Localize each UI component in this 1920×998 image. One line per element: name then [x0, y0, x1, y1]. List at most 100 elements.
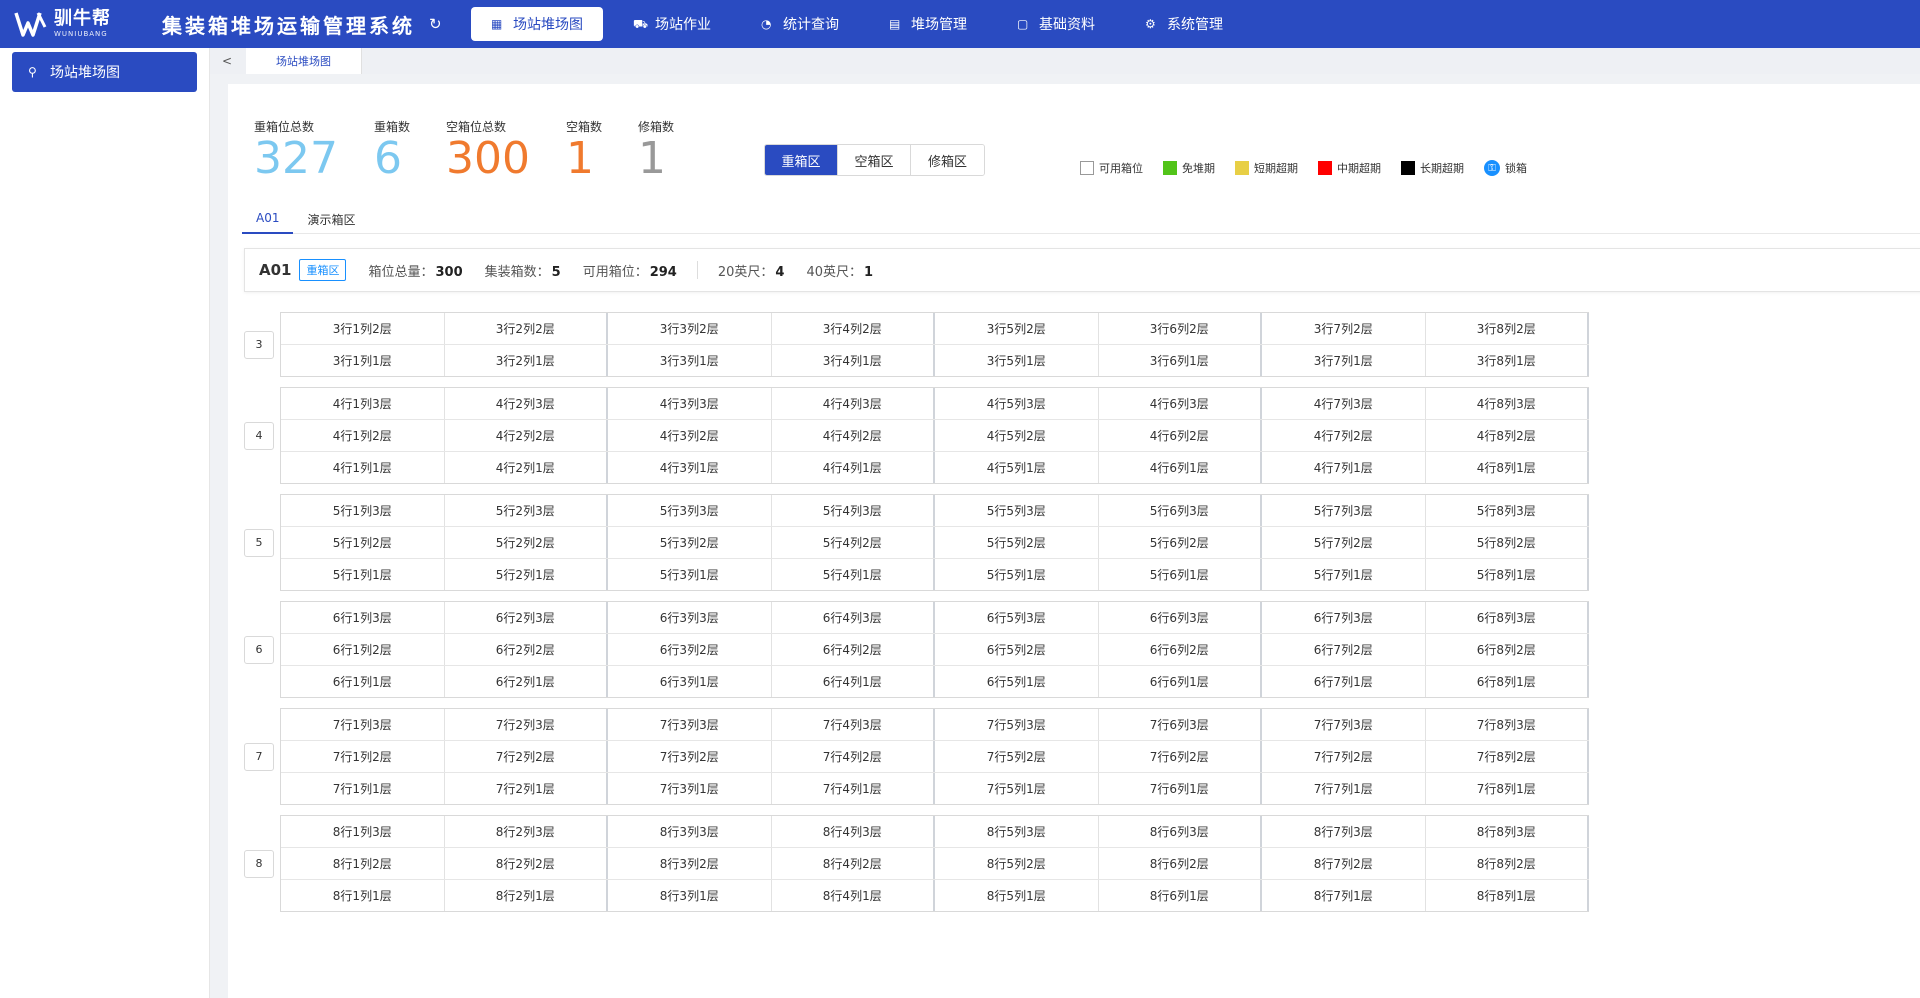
- slot-cell[interactable]: 6行2列2层: [445, 634, 608, 665]
- slot-cell[interactable]: 7行2列3层: [445, 709, 608, 740]
- slot-cell[interactable]: 6行5列1层: [935, 666, 1099, 697]
- slot-cell[interactable]: 6行8列1层: [1426, 666, 1589, 697]
- sidebar-item-yard-map[interactable]: ⚲ 场站堆场图: [12, 52, 197, 92]
- slot-cell[interactable]: 8行2列3层: [445, 816, 608, 847]
- slot-cell[interactable]: 7行1列3层: [281, 709, 445, 740]
- slot-cell[interactable]: 4行7列3层: [1262, 388, 1426, 419]
- slot-cell[interactable]: 8行6列1层: [1099, 880, 1262, 911]
- slot-cell[interactable]: 5行7列2层: [1262, 527, 1426, 558]
- slot-cell[interactable]: 4行4列2层: [772, 420, 935, 451]
- slot-cell[interactable]: 6行7列2层: [1262, 634, 1426, 665]
- slot-cell[interactable]: 3行5列1层: [935, 345, 1099, 376]
- slot-cell[interactable]: 7行7列3层: [1262, 709, 1426, 740]
- slot-cell[interactable]: 8行3列2层: [608, 848, 772, 879]
- slot-cell[interactable]: 7行6列1层: [1099, 773, 1262, 804]
- slot-cell[interactable]: 3行3列1层: [608, 345, 772, 376]
- slot-cell[interactable]: 8行7列2层: [1262, 848, 1426, 879]
- slot-cell[interactable]: 4行1列2层: [281, 420, 445, 451]
- slot-cell[interactable]: 6行7列1层: [1262, 666, 1426, 697]
- slot-cell[interactable]: 8行8列2层: [1426, 848, 1589, 879]
- slot-cell[interactable]: 4行7列1层: [1262, 452, 1426, 483]
- slot-cell[interactable]: 7行4列3层: [772, 709, 935, 740]
- slot-cell[interactable]: 5行5列2层: [935, 527, 1099, 558]
- slot-cell[interactable]: 3行6列1层: [1099, 345, 1262, 376]
- nav-item-5[interactable]: ⚙ 系统管理: [1125, 7, 1243, 41]
- slot-cell[interactable]: 6行5列3层: [935, 602, 1099, 633]
- slot-cell[interactable]: 8行5列2层: [935, 848, 1099, 879]
- slot-cell[interactable]: 8行8列1层: [1426, 880, 1589, 911]
- slot-cell[interactable]: 5行8列3层: [1426, 495, 1589, 526]
- slot-cell[interactable]: 7行1列1层: [281, 773, 445, 804]
- slot-cell[interactable]: 4行1列1层: [281, 452, 445, 483]
- slot-cell[interactable]: 4行2列1层: [445, 452, 608, 483]
- slot-cell[interactable]: 8行2列1层: [445, 880, 608, 911]
- slot-cell[interactable]: 7行5列3层: [935, 709, 1099, 740]
- slot-cell[interactable]: 7行2列2层: [445, 741, 608, 772]
- slot-cell[interactable]: 4行6列2层: [1099, 420, 1262, 451]
- slot-cell[interactable]: 8行1列1层: [281, 880, 445, 911]
- slot-cell[interactable]: 5行6列2层: [1099, 527, 1262, 558]
- slot-cell[interactable]: 8行7列1层: [1262, 880, 1426, 911]
- slot-cell[interactable]: 3行7列1层: [1262, 345, 1426, 376]
- slot-cell[interactable]: 7行8列1层: [1426, 773, 1589, 804]
- slot-cell[interactable]: 5行1列2层: [281, 527, 445, 558]
- slot-cell[interactable]: 8行3列1层: [608, 880, 772, 911]
- slot-cell[interactable]: 7行4列1层: [772, 773, 935, 804]
- slot-cell[interactable]: 5行3列1层: [608, 559, 772, 590]
- nav-item-2[interactable]: ◔ 统计查询: [741, 7, 859, 41]
- slot-cell[interactable]: 8行1列3层: [281, 816, 445, 847]
- slot-cell[interactable]: 7行7列2层: [1262, 741, 1426, 772]
- row-number[interactable]: 7: [244, 742, 274, 771]
- slot-cell[interactable]: 8行4列3层: [772, 816, 935, 847]
- slot-cell[interactable]: 6行3列3层: [608, 602, 772, 633]
- slot-cell[interactable]: 3行1列1层: [281, 345, 445, 376]
- slot-cell[interactable]: 3行5列2层: [935, 313, 1099, 344]
- slot-cell[interactable]: 5行6列3层: [1099, 495, 1262, 526]
- slot-cell[interactable]: 5行1列1层: [281, 559, 445, 590]
- slot-cell[interactable]: 6行8列3层: [1426, 602, 1589, 633]
- slot-cell[interactable]: 6行1列2层: [281, 634, 445, 665]
- slot-cell[interactable]: 4行8列3层: [1426, 388, 1589, 419]
- nav-item-4[interactable]: ▢ 基础资料: [997, 7, 1115, 41]
- slot-cell[interactable]: 6行4列2层: [772, 634, 935, 665]
- slot-cell[interactable]: 6行3列1层: [608, 666, 772, 697]
- nav-item-3[interactable]: ▤ 堆场管理: [869, 7, 987, 41]
- slot-cell[interactable]: 6行4列3层: [772, 602, 935, 633]
- slot-cell[interactable]: 6行7列3层: [1262, 602, 1426, 633]
- slot-cell[interactable]: 4行3列2层: [608, 420, 772, 451]
- slot-cell[interactable]: 3行4列2层: [772, 313, 935, 344]
- slot-cell[interactable]: 5行1列3层: [281, 495, 445, 526]
- row-number[interactable]: 8: [244, 849, 274, 878]
- slot-cell[interactable]: 6行2列1层: [445, 666, 608, 697]
- slot-cell[interactable]: 4行6列3层: [1099, 388, 1262, 419]
- refresh-icon[interactable]: ↻: [429, 16, 445, 32]
- slot-cell[interactable]: 7行3列2层: [608, 741, 772, 772]
- slot-cell[interactable]: 3行2列1层: [445, 345, 608, 376]
- slot-cell[interactable]: 8行5列1层: [935, 880, 1099, 911]
- row-number[interactable]: 3: [244, 330, 274, 359]
- slot-cell[interactable]: 5行5列3层: [935, 495, 1099, 526]
- slot-cell[interactable]: 6行2列3层: [445, 602, 608, 633]
- row-number[interactable]: 6: [244, 635, 274, 664]
- row-number[interactable]: 5: [244, 528, 274, 557]
- slot-cell[interactable]: 5行7列3层: [1262, 495, 1426, 526]
- slot-cell[interactable]: 5行5列1层: [935, 559, 1099, 590]
- slot-cell[interactable]: 4行3列3层: [608, 388, 772, 419]
- slot-cell[interactable]: 7行8列2层: [1426, 741, 1589, 772]
- slot-cell[interactable]: 3行1列2层: [281, 313, 445, 344]
- slot-cell[interactable]: 4行4列3层: [772, 388, 935, 419]
- slot-cell[interactable]: 8行3列3层: [608, 816, 772, 847]
- slot-cell[interactable]: 5行4列3层: [772, 495, 935, 526]
- slot-cell[interactable]: 6行5列2层: [935, 634, 1099, 665]
- slot-cell[interactable]: 5行4列1层: [772, 559, 935, 590]
- zone-button[interactable]: 修箱区: [911, 145, 984, 175]
- slot-cell[interactable]: 5行2列1层: [445, 559, 608, 590]
- slot-cell[interactable]: 5行8列1层: [1426, 559, 1589, 590]
- slot-cell[interactable]: 8行2列2层: [445, 848, 608, 879]
- slot-cell[interactable]: 6行1列1层: [281, 666, 445, 697]
- slot-cell[interactable]: 3行8列1层: [1426, 345, 1589, 376]
- slot-cell[interactable]: 6行6列3层: [1099, 602, 1262, 633]
- zone-button[interactable]: 重箱区: [765, 145, 838, 175]
- slot-cell[interactable]: 3行7列2层: [1262, 313, 1426, 344]
- slot-cell[interactable]: 8行4列1层: [772, 880, 935, 911]
